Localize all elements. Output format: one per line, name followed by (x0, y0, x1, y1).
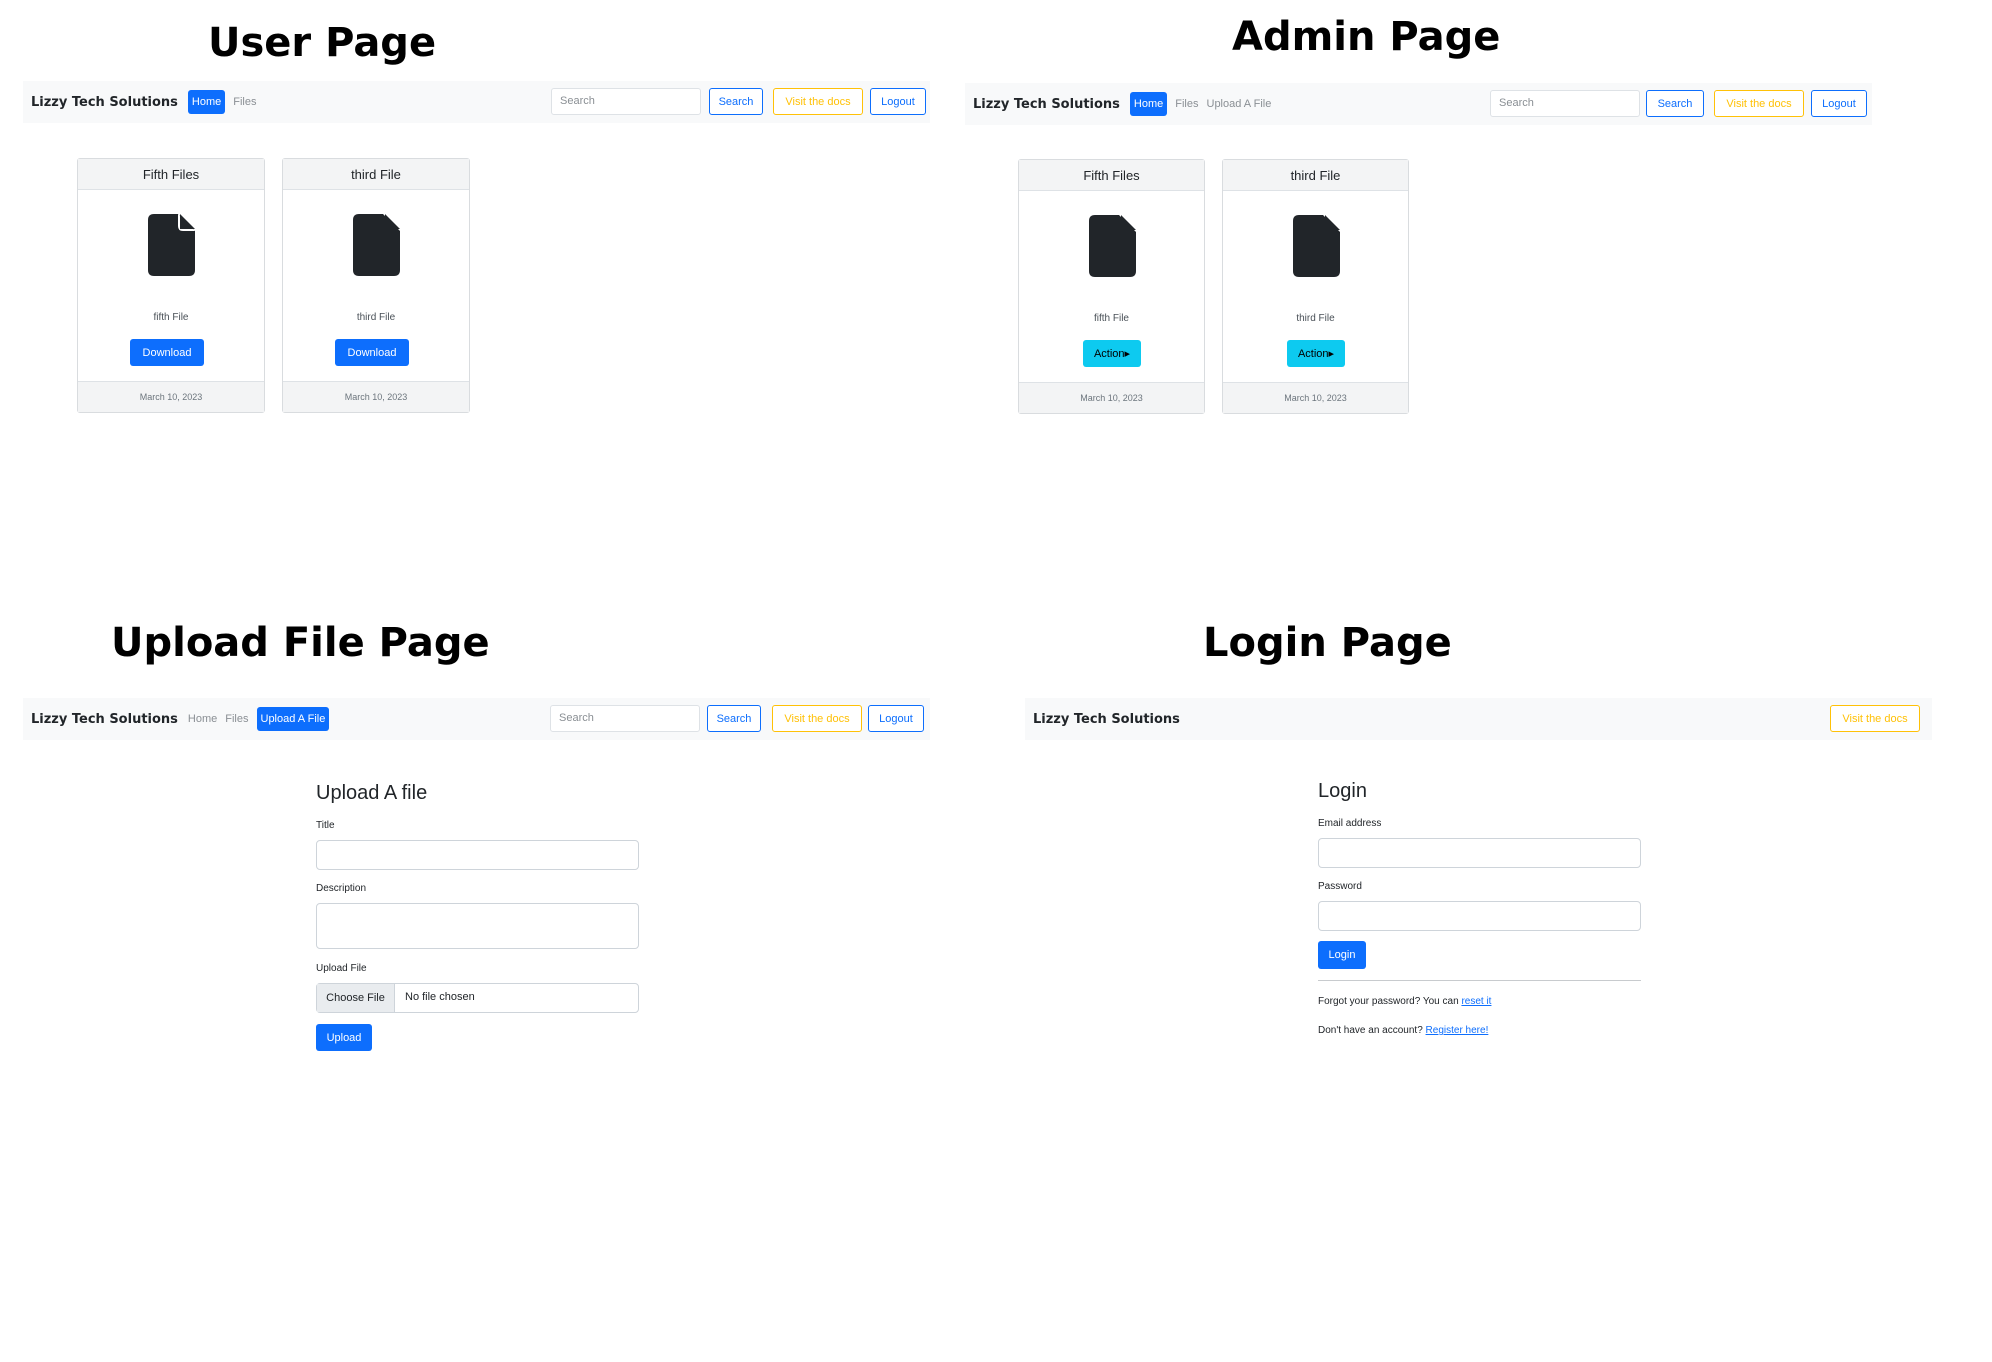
login-page-title: Login Page (1203, 620, 1452, 666)
nav-files[interactable]: Files (233, 96, 256, 108)
nav-files[interactable]: Files (225, 713, 248, 725)
description-label: Description (316, 883, 367, 894)
logout-button[interactable]: Logout (1811, 90, 1867, 117)
card-date: March 10, 2023 (78, 381, 264, 412)
search-input[interactable]: Search (550, 705, 700, 732)
register-link[interactable]: Register here! (1426, 1025, 1489, 1036)
card-date: March 10, 2023 (1223, 382, 1408, 413)
card-description: fifth File (153, 312, 189, 323)
logout-button[interactable]: Logout (868, 705, 924, 732)
docs-button[interactable]: Visit the docs (1714, 90, 1804, 117)
nav-home[interactable]: Home (187, 90, 226, 114)
file-icon (1293, 215, 1340, 277)
description-field[interactable] (316, 903, 639, 949)
file-card: Fifth Files fifth File Download March 10… (77, 158, 265, 413)
file-card: third File third File Action▸ March 10, … (1222, 159, 1409, 414)
file-icon (353, 214, 400, 276)
admin-navbar: Lizzy Tech Solutions Home Files Upload A… (965, 83, 1872, 125)
card-description: fifth File (1093, 313, 1129, 324)
navbar-brand[interactable]: Lizzy Tech Solutions (31, 95, 178, 110)
file-icon (148, 214, 195, 276)
admin-page-title: Admin Page (1232, 14, 1501, 60)
file-icon (1089, 215, 1136, 277)
nav-upload-file[interactable]: Upload A File (1207, 98, 1272, 110)
nav-home[interactable]: Home (1129, 92, 1168, 116)
download-button[interactable]: Download (335, 339, 409, 366)
search-button[interactable]: Search (1646, 90, 1704, 117)
forgot-password-text: Forgot your password? You can reset it (1318, 996, 1491, 1007)
logout-button[interactable]: Logout (870, 88, 926, 115)
reset-password-link[interactable]: reset it (1461, 996, 1491, 1007)
file-label: Upload File (316, 963, 367, 974)
download-button[interactable]: Download (130, 339, 204, 366)
card-title: Fifth Files (78, 159, 264, 190)
password-label: Password (1318, 881, 1362, 892)
search-input[interactable]: Search (1490, 90, 1640, 117)
login-divider (1318, 980, 1641, 981)
login-navbar: Lizzy Tech Solutions Visit the docs (1025, 698, 1932, 740)
navbar-brand[interactable]: Lizzy Tech Solutions (1033, 712, 1180, 727)
action-dropdown-button[interactable]: Action▸ (1083, 340, 1141, 367)
card-title: third File (283, 159, 469, 190)
card-date: March 10, 2023 (1019, 382, 1204, 413)
login-button[interactable]: Login (1318, 941, 1366, 969)
nav-upload-file[interactable]: Upload A File (256, 707, 330, 731)
password-field[interactable] (1318, 901, 1641, 931)
search-button[interactable]: Search (709, 88, 763, 115)
upload-form-heading: Upload A file (316, 782, 428, 804)
navbar-brand[interactable]: Lizzy Tech Solutions (973, 97, 1120, 112)
file-card: Fifth Files fifth File Action▸ March 10,… (1018, 159, 1205, 414)
login-form-heading: Login (1318, 780, 1367, 802)
file-input[interactable]: Choose File No file chosen (316, 983, 639, 1013)
upload-navbar: Lizzy Tech Solutions Home Files Upload A… (23, 698, 930, 740)
docs-button[interactable]: Visit the docs (772, 705, 862, 732)
docs-button[interactable]: Visit the docs (1830, 705, 1920, 732)
docs-button[interactable]: Visit the docs (773, 88, 863, 115)
email-field[interactable] (1318, 838, 1641, 868)
register-text: Don't have an account? Register here! (1318, 1025, 1488, 1036)
search-button[interactable]: Search (707, 705, 761, 732)
title-field[interactable] (316, 840, 639, 870)
forgot-password-label: Forgot your password? You can (1318, 996, 1462, 1007)
card-title: Fifth Files (1019, 160, 1204, 191)
file-card: third File third File Download March 10,… (282, 158, 470, 413)
upload-page-title: Upload File Page (111, 620, 490, 666)
register-label: Don't have an account? (1318, 1025, 1426, 1036)
card-date: March 10, 2023 (283, 381, 469, 412)
nav-home[interactable]: Home (188, 713, 217, 725)
upload-button[interactable]: Upload (316, 1024, 372, 1051)
nav-files[interactable]: Files (1175, 98, 1198, 110)
user-navbar: Lizzy Tech Solutions Home Files Search S… (23, 81, 930, 123)
navbar-brand[interactable]: Lizzy Tech Solutions (31, 712, 178, 727)
action-dropdown-button[interactable]: Action▸ (1287, 340, 1345, 367)
choose-file-button[interactable]: Choose File (317, 984, 395, 1012)
card-description: third File (356, 312, 396, 323)
card-title: third File (1223, 160, 1408, 191)
email-label: Email address (1318, 818, 1382, 829)
user-page-title: User Page (208, 20, 437, 66)
file-status-text: No file chosen (405, 991, 475, 1003)
card-description: third File (1296, 313, 1335, 324)
title-label: Title (316, 820, 335, 831)
search-input[interactable]: Search (551, 88, 701, 115)
